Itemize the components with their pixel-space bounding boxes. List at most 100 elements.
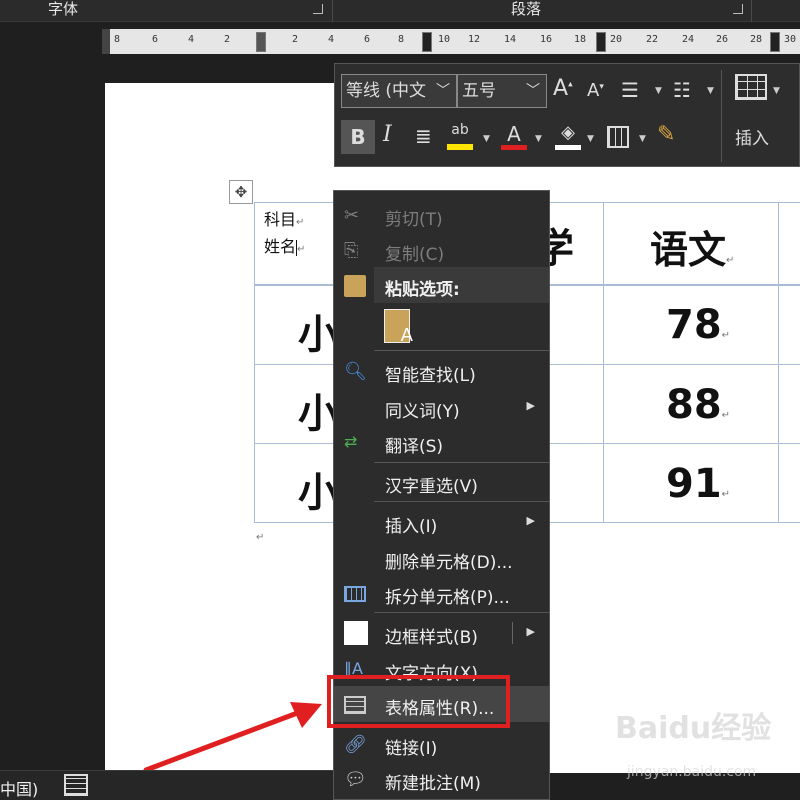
insert-table-icon[interactable] [735,74,767,100]
bold-button[interactable]: B [341,120,375,154]
chevron-down-icon[interactable]: ▼ [535,134,542,144]
submenu-arrow-icon: ▶ [526,625,535,638]
chevron-down-icon[interactable]: ▼ [587,134,594,144]
link-icon: 🔗︎ [344,734,367,755]
table-border [778,202,779,523]
ruler-margin-left [102,29,110,54]
ruler-number: 2 [292,34,299,45]
menu-item-insert[interactable]: 插入(I) ▶ [334,504,549,540]
new-comment-icon: 💬︎ [344,769,367,790]
ruler-number: 8 [114,34,121,45]
chevron-down-icon: ﹀ [526,83,540,99]
menu-item-copy[interactable]: ⎘ 复制(C) [334,232,549,268]
view-mode-icon[interactable] [64,774,88,796]
table-cell-score[interactable]: 88↵ [666,382,730,428]
menu-separator [374,612,549,613]
column-marker-icon[interactable] [770,32,780,52]
table-cell-name[interactable]: 小 [298,460,338,518]
baidu-watermark-url: jingyan.baidu.com [627,764,757,780]
column-marker-icon[interactable] [596,32,606,52]
group-divider [751,0,752,22]
menu-item-new-comment[interactable]: 💬︎ 新建批注(M) [334,761,549,797]
paste-options-header: 粘贴选项: [374,267,549,303]
submenu-arrow-icon: ▶ [526,399,535,412]
ruler-number: 6 [152,34,159,45]
table-cell-score[interactable]: 78↵ [666,302,730,348]
column-marker-icon[interactable] [422,32,432,52]
borders-icon[interactable] [607,126,629,148]
menu-item-delete-cells[interactable]: 删除单元格(D)... [334,540,549,576]
clipboard-icon [344,275,366,297]
chevron-down-icon[interactable]: ▼ [707,86,714,96]
font-color-icon[interactable]: A [501,122,527,150]
ruler-number: 14 [504,34,517,45]
numbering-icon[interactable]: ☷ [673,78,691,102]
ruler-number: 18 [574,34,587,45]
ruler-number: 20 [610,34,623,45]
mini-toolbar: 等线 (中文 ﹀ 五号 ﹀ A▴ A▾ ☰ ▼ ☷ ▼ ▼ 插入 B I ≣ ab … [334,63,800,167]
annotation-arrow-icon [143,702,322,773]
chevron-down-icon[interactable]: ▼ [639,134,646,144]
font-dialog-launcher-icon[interactable] [313,4,323,14]
paste-keep-text-only-icon[interactable]: A [384,309,413,346]
horizontal-ruler[interactable]: 8 6 4 2 2 4 6 8 10 12 14 16 18 20 22 24 … [102,29,800,54]
ruler-number: 12 [468,34,481,45]
copy-icon: ⎘ [344,240,359,261]
table-cell-score[interactable]: 91↵ [666,461,730,507]
submenu-arrow-icon: ▶ [526,514,535,527]
baidu-watermark-logo: Baidu经验 [615,711,772,746]
header-diagonal-bottom[interactable]: 姓名↵ [264,233,305,257]
chevron-down-icon[interactable]: ▼ [773,86,780,96]
menu-item-split-cells[interactable]: 拆分单元格(P)... [334,575,549,611]
font-size-combo[interactable]: 五号 ﹀ [457,74,547,108]
ruler-number: 24 [682,34,695,45]
bullets-icon[interactable]: ☰ [621,78,639,102]
table-border [603,202,604,523]
indent-marker-icon[interactable] [256,32,266,52]
ruler-number: 10 [438,34,451,45]
menu-separator [374,462,549,463]
menu-item-synonyms[interactable]: 同义词(Y) ▶ [334,389,549,425]
ruler-number: 6 [364,34,371,45]
ruler-number: 22 [646,34,659,45]
ruler-number: 4 [328,34,335,45]
font-group-label: 字体 [48,0,79,18]
language-status[interactable]: 中国) [0,776,38,800]
italic-button[interactable]: I [383,122,392,147]
menu-item-cut[interactable]: ✂ 剪切(T) [334,197,549,233]
paragraph-dialog-launcher-icon[interactable] [733,4,743,14]
toolbar-divider [721,70,722,162]
chevron-down-icon[interactable]: ▼ [655,86,662,96]
split-cells-icon [344,586,366,602]
annotation-highlight-box [327,675,510,728]
highlight-color-icon[interactable]: ab [447,122,473,150]
ruler-number: 2 [224,34,231,45]
center-align-icon[interactable]: ≣ [415,124,432,148]
shading-color-icon[interactable]: ◈ [555,122,581,150]
table-cell-name[interactable]: 小 [298,381,338,439]
table-border [254,202,255,523]
menu-item-translate[interactable]: ⇄ 翻译(S) [334,424,549,460]
menu-item-reconvert[interactable]: 汉字重选(V) [334,464,549,500]
header-diagonal-top[interactable]: 科目↵ [264,206,304,230]
menu-separator [374,501,549,502]
table-move-handle-icon[interactable]: ✥ [229,180,253,204]
status-bar: 中国) [0,770,333,800]
table-cell-name[interactable]: 小 [298,302,338,360]
ruler-number: 26 [716,34,729,45]
font-name-combo[interactable]: 等线 (中文 ﹀ [341,74,457,108]
shrink-font-icon[interactable]: A▾ [587,80,604,101]
grow-font-icon[interactable]: A▴ [553,76,573,101]
format-painter-icon[interactable]: ✎ [657,122,675,147]
group-divider [332,0,333,22]
ribbon-group-labels: 字体 段落 [0,0,800,22]
menu-separator [374,350,549,351]
menu-item-link[interactable]: 🔗︎ 链接(I) [334,726,549,762]
ruler-number: 4 [188,34,195,45]
table-header-cell[interactable]: 语文↵ [650,219,734,274]
paragraph-mark: ↵ [256,532,265,543]
menu-item-border-styles[interactable]: 边框样式(B) ▶ [334,615,549,651]
menu-item-smart-lookup[interactable]: 🔍︎ 智能查找(L) [334,353,549,389]
chevron-down-icon[interactable]: ▼ [483,134,490,144]
insert-label[interactable]: 插入 [735,124,769,149]
